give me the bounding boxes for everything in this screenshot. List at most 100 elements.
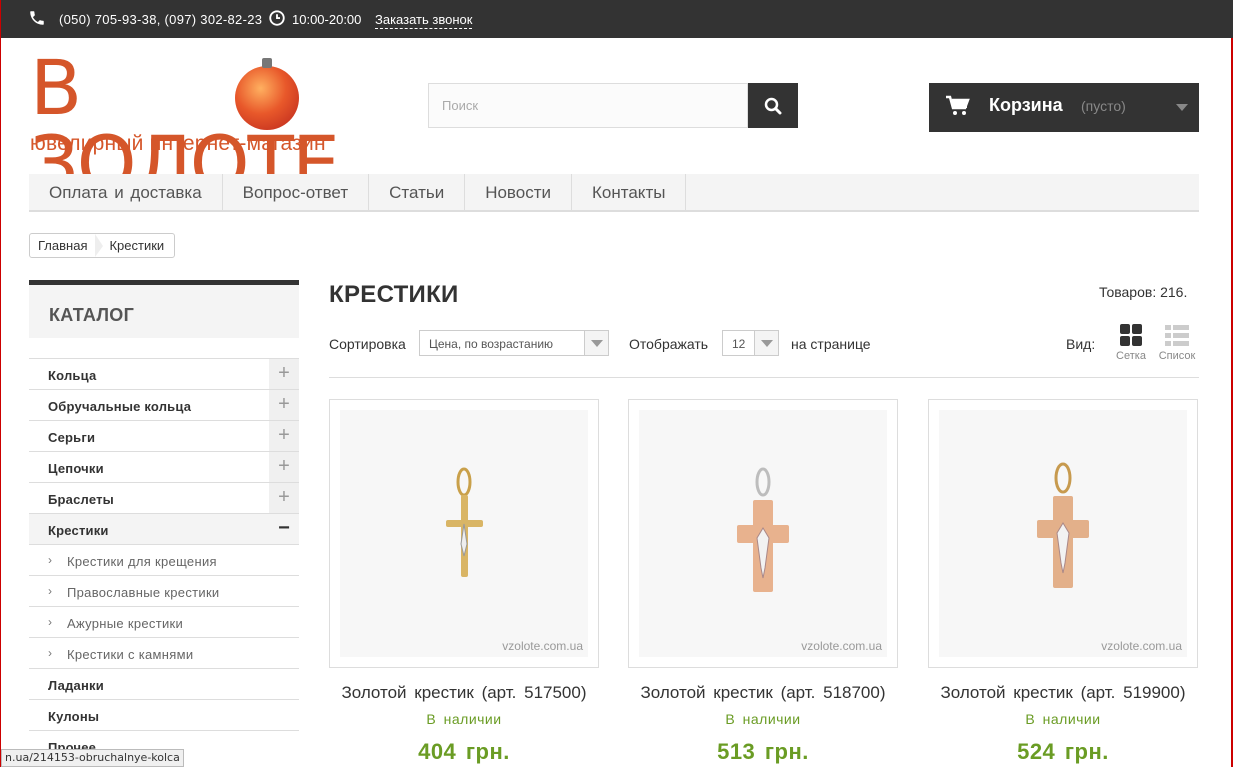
grid-icon <box>1120 324 1142 346</box>
category-label: Ладанки <box>48 678 104 693</box>
show-label: Отображать <box>629 336 709 352</box>
logo-tagline: ювелирный интернет-магазин <box>30 132 326 155</box>
catalog-header: КАТАЛОГ <box>29 280 299 338</box>
collapse-minus-icon[interactable]: − <box>269 514 299 544</box>
category-label: Серьги <box>48 430 96 445</box>
category-label: Браслеты <box>48 492 114 507</box>
chevron-down-icon <box>754 331 778 355</box>
chevron-down-icon <box>584 331 608 355</box>
expand-plus-icon[interactable]: + <box>269 359 299 389</box>
chevron-right-icon: › <box>48 646 52 660</box>
expand-plus-icon[interactable]: + <box>269 421 299 451</box>
product-name[interactable]: Золотой крестик (арт. 517500) <box>329 683 599 703</box>
chevron-right-icon: › <box>48 553 52 567</box>
category-label: Обручальные кольца <box>48 399 192 414</box>
subcategory-label: Православные крестики <box>67 585 220 600</box>
catalog-title: КАТАЛОГ <box>49 305 135 325</box>
category-label: Цепочки <box>48 461 104 476</box>
subcategory-orthodox-crosses[interactable]: › Православные крестики <box>29 575 299 606</box>
working-hours: 10:00-20:00 <box>292 12 362 27</box>
expand-plus-icon[interactable]: + <box>269 483 299 513</box>
category-label: Кольца <box>48 368 97 383</box>
category-list: Кольца + Обручальные кольца + Серьги + Ц… <box>29 358 299 761</box>
cart-icon <box>946 95 970 115</box>
sort-value: Цена, по возрастанию <box>429 337 554 351</box>
nav-item-payment-delivery[interactable]: Оплата и доставка <box>29 174 223 212</box>
product-photo <box>340 410 588 657</box>
product-card: vzolote.com.ua Золотой крестик (арт. 518… <box>628 399 898 764</box>
list-icon <box>1165 325 1189 346</box>
nav-item-contacts[interactable]: Контакты <box>572 174 687 212</box>
category-chains[interactable]: Цепочки + <box>29 451 299 482</box>
search-button[interactable] <box>748 83 798 128</box>
gold-cross-pendant-icon <box>737 467 789 592</box>
product-watermark: vzolote.com.ua <box>801 639 882 653</box>
nav-item-news[interactable]: Новости <box>465 174 573 212</box>
product-count: Товаров: 216. <box>1099 284 1188 300</box>
category-rings[interactable]: Кольца + <box>29 358 299 389</box>
search-bar <box>428 83 798 128</box>
search-icon <box>764 97 782 115</box>
cart-button[interactable]: Корзина (пусто) <box>929 83 1199 132</box>
product-photo <box>939 410 1187 657</box>
cart-status: (пусто) <box>1081 98 1126 114</box>
subcategory-openwork-crosses[interactable]: › Ажурные крестики <box>29 606 299 637</box>
gold-cross-pendant-icon <box>1037 462 1089 588</box>
chevron-right-icon: › <box>48 615 52 629</box>
subcategory-label: Крестики для крещения <box>67 554 217 569</box>
product-image[interactable]: vzolote.com.ua <box>928 399 1198 668</box>
expand-plus-icon[interactable]: + <box>269 390 299 420</box>
cart-label: Корзина <box>989 95 1063 115</box>
chevron-right-icon: › <box>48 584 52 598</box>
per-page-value: 12 <box>732 337 746 351</box>
view-grid-label: Сетка <box>1116 350 1146 362</box>
phone-numbers: (050) 705-93-38, (097) 302-82-23 <box>59 12 263 27</box>
category-label: Крестики <box>48 523 109 538</box>
category-crosses[interactable]: Крестики − <box>29 513 299 544</box>
product-name[interactable]: Золотой крестик (арт. 518700) <box>628 683 898 703</box>
page-title: КРЕСТИКИ <box>329 281 459 308</box>
breadcrumb-home[interactable]: Главная <box>30 234 104 257</box>
top-bar: (050) 705-93-38, (097) 302-82-23 10:00-2… <box>1 0 1233 38</box>
subcategory-label: Ажурные крестики <box>67 616 184 631</box>
subcategory-baptism-crosses[interactable]: › Крестики для крещения <box>29 544 299 575</box>
view-list-label: Список <box>1158 350 1196 362</box>
product-name[interactable]: Золотой крестик (арт. 519900) <box>928 683 1198 703</box>
sort-label: Сортировка <box>329 336 406 352</box>
gold-cross-pendant-icon <box>446 467 483 577</box>
category-earrings[interactable]: Серьги + <box>29 420 299 451</box>
expand-plus-icon[interactable]: + <box>269 452 299 482</box>
product-image[interactable]: vzolote.com.ua <box>329 399 599 668</box>
sort-select[interactable]: Цена, по возрастанию <box>419 330 609 356</box>
phone-icon <box>30 11 44 25</box>
category-bracelets[interactable]: Браслеты + <box>29 482 299 513</box>
per-page-select[interactable]: 12 <box>722 330 779 356</box>
nav-item-faq[interactable]: Вопрос-ответ <box>223 174 370 212</box>
category-pendants[interactable]: Кулоны <box>29 699 299 730</box>
product-price: 513 грн. <box>717 739 809 764</box>
site-logo[interactable]: В ЗОЛОТЕ ювелирный интернет-магазин <box>30 50 390 202</box>
callback-link[interactable]: Заказать звонок <box>375 12 473 29</box>
stock-status: В наличии <box>725 711 801 727</box>
breadcrumb: Главная Крестики <box>29 233 176 258</box>
product-watermark: vzolote.com.ua <box>1101 639 1182 653</box>
product-image[interactable]: vzolote.com.ua <box>628 399 898 668</box>
per-page-label: на странице <box>791 336 871 352</box>
browser-status-url: n.ua/214153-obruchalnye-kolca <box>1 749 184 767</box>
product-photo <box>639 410 887 657</box>
stock-status: В наличии <box>426 711 502 727</box>
category-label: Кулоны <box>48 709 100 724</box>
category-ladanki[interactable]: Ладанки <box>29 668 299 699</box>
product-price: 404 грн. <box>418 739 510 764</box>
subcategory-stone-crosses[interactable]: › Крестики с камнями <box>29 637 299 668</box>
main-nav: Оплата и доставка Вопрос-ответ Статьи Но… <box>29 174 1199 212</box>
sort-toolbar: Сортировка Цена, по возрастанию Отобража… <box>329 324 1199 378</box>
category-wedding-rings[interactable]: Обручальные кольца + <box>29 389 299 420</box>
view-list-button[interactable]: Список <box>1157 324 1197 368</box>
product-card: vzolote.com.ua Золотой крестик (арт. 519… <box>928 399 1198 764</box>
nav-item-articles[interactable]: Статьи <box>369 174 466 212</box>
stock-status: В наличии <box>1025 711 1101 727</box>
view-grid-button[interactable]: Сетка <box>1111 324 1151 368</box>
search-input[interactable] <box>428 83 748 128</box>
subcategory-label: Крестики с камнями <box>67 647 194 662</box>
